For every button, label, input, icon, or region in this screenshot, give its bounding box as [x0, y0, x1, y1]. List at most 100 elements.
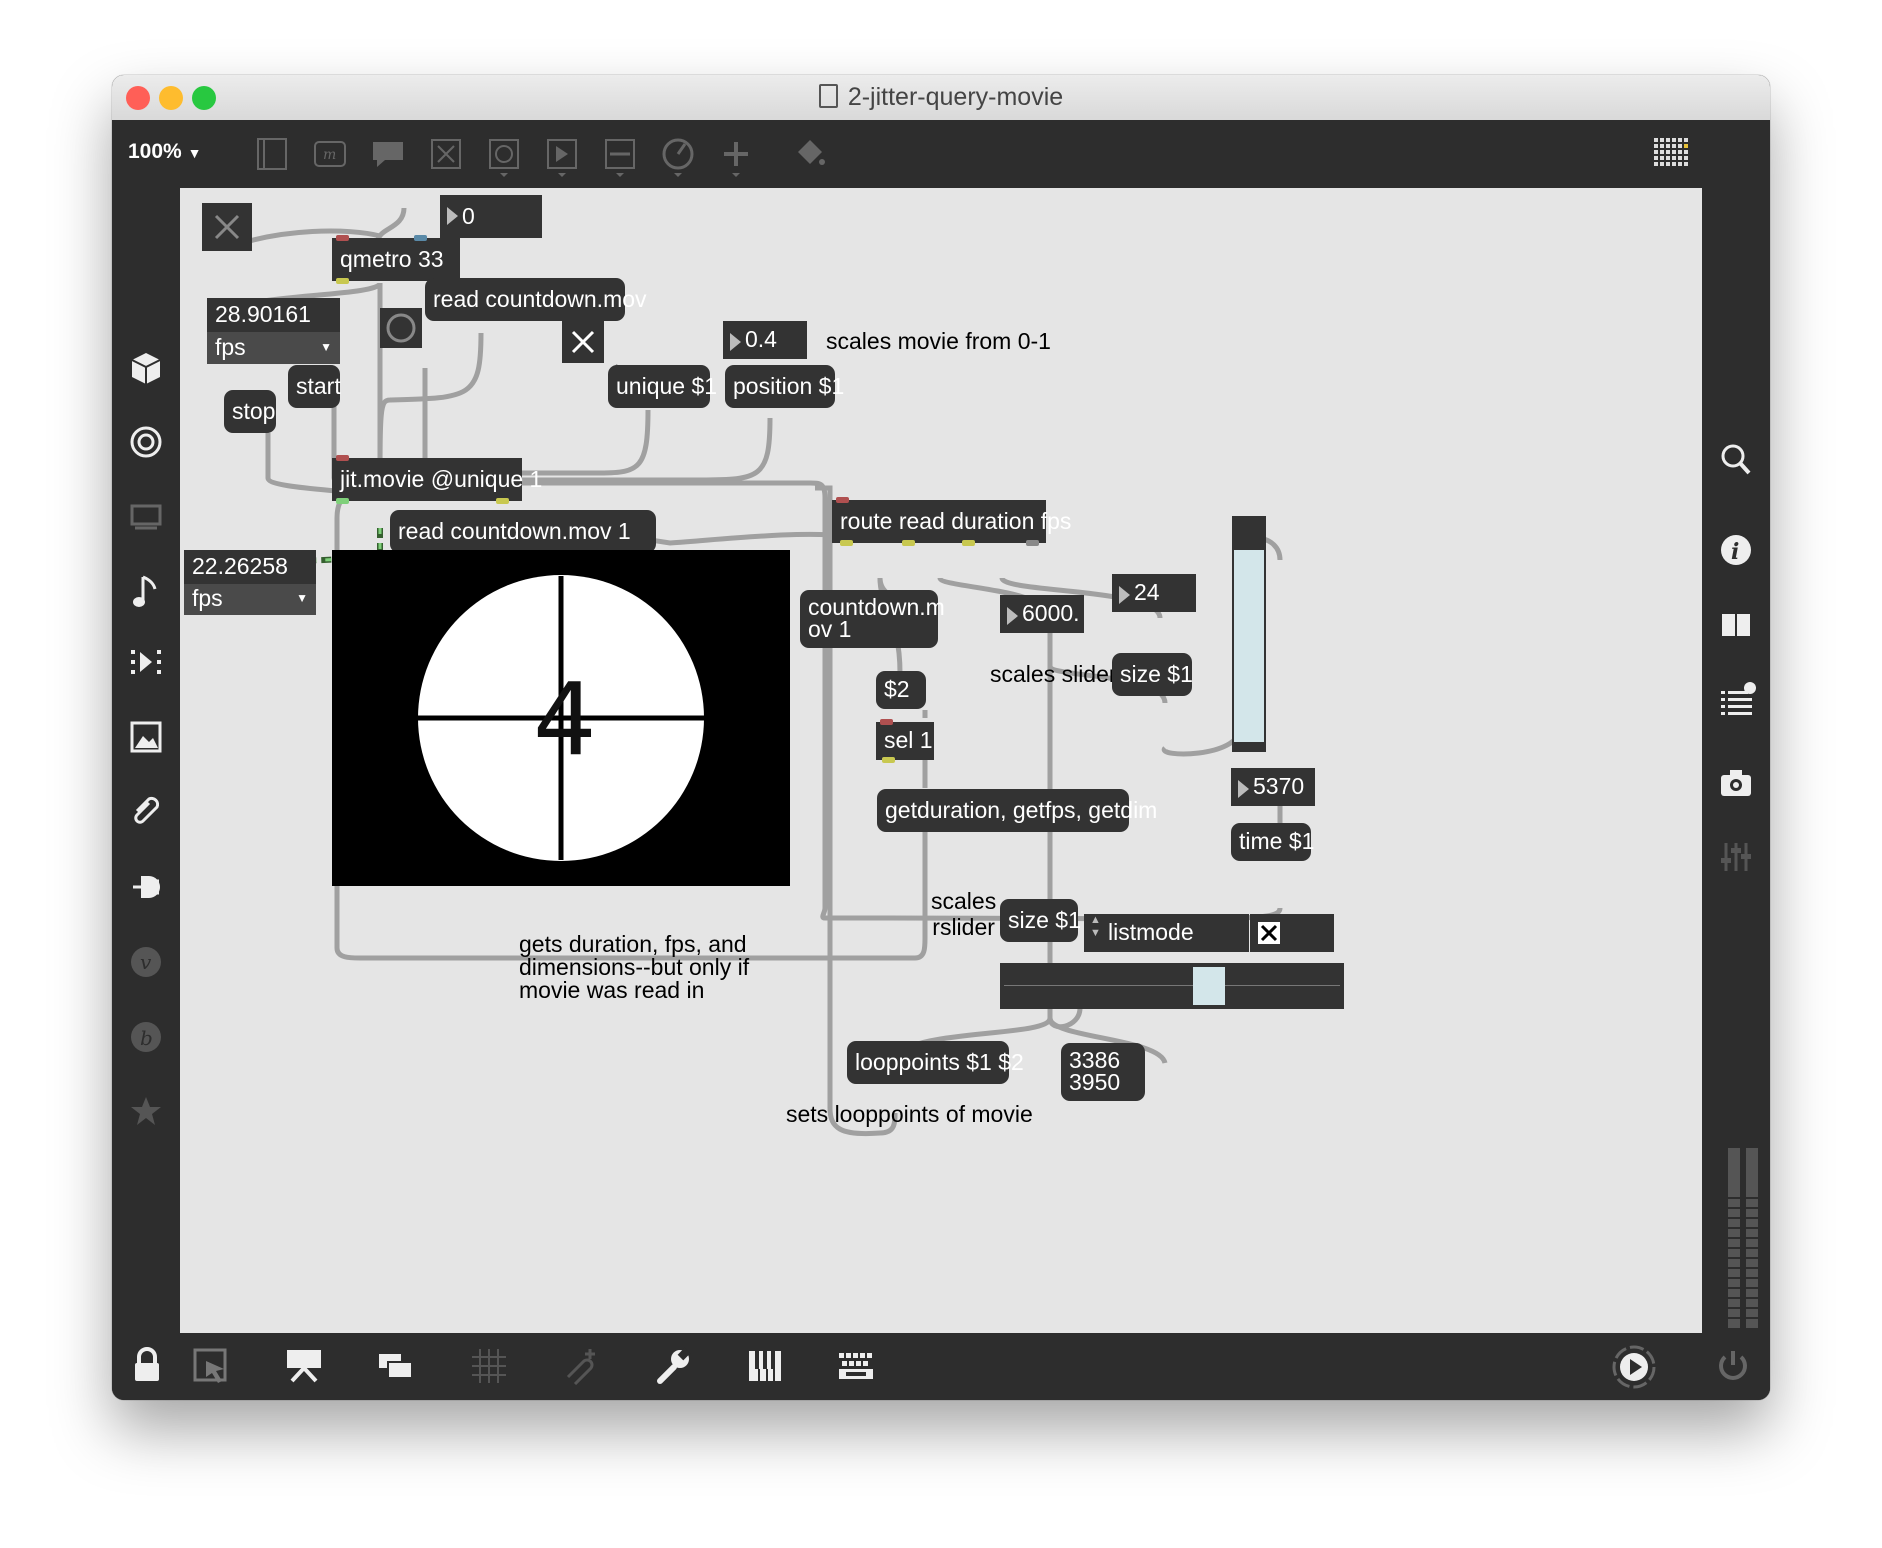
- route-object[interactable]: route read duration fps: [832, 497, 1071, 546]
- paint-bucket-icon[interactable]: [792, 136, 828, 172]
- position-number[interactable]: 0.4: [723, 321, 807, 359]
- unique-label: unique $1: [616, 373, 718, 399]
- comment-icon[interactable]: [370, 136, 406, 172]
- new-object-icon[interactable]: [254, 136, 290, 172]
- x-icon: [214, 214, 240, 240]
- position-comment: scales movie from 0-1: [826, 328, 1051, 354]
- lock-icon[interactable]: [130, 1347, 164, 1385]
- time-message[interactable]: time $1: [1231, 823, 1314, 861]
- list-icon[interactable]: [1719, 681, 1757, 719]
- loop-range-slider[interactable]: [1000, 963, 1344, 1009]
- range-selection[interactable]: [1193, 967, 1225, 1005]
- getduration-message[interactable]: getduration, getfps, getdim: [877, 789, 1157, 832]
- read-movie-message[interactable]: read countdown.mov: [425, 278, 647, 321]
- countdown-number: 4: [533, 661, 597, 778]
- bang-circle-icon: [386, 313, 416, 343]
- select-icon[interactable]: [192, 1347, 230, 1385]
- unique-message[interactable]: unique $1: [608, 365, 717, 408]
- message-icon[interactable]: m: [312, 136, 348, 172]
- dollar2-message[interactable]: $2: [876, 671, 926, 709]
- stop-message[interactable]: stop: [224, 390, 276, 433]
- fps-number[interactable]: 24: [1112, 574, 1196, 612]
- jit-movie-object[interactable]: jit.movie @unique 1: [332, 455, 542, 504]
- patcher-canvas[interactable]: 0 qmetro 33 read countdown.mov 28.90161 …: [180, 188, 1702, 1333]
- music-note-icon[interactable]: [129, 573, 163, 611]
- sel-object[interactable]: sel 1: [876, 719, 934, 763]
- jit-movie-label: jit.movie @unique 1: [340, 466, 543, 492]
- position-message[interactable]: position $1: [725, 365, 844, 408]
- outlet: [336, 278, 349, 284]
- size-rslider-label: size $1: [1008, 907, 1081, 933]
- listmode-toggle[interactable]: [1250, 914, 1334, 952]
- search-icon[interactable]: [1719, 442, 1753, 478]
- countdown-frame: 4: [418, 575, 704, 861]
- mixer-icon[interactable]: [1719, 840, 1753, 874]
- piano-icon[interactable]: [746, 1347, 784, 1385]
- metro-interval-number[interactable]: 0: [440, 195, 542, 238]
- duration-number[interactable]: 6000.: [1000, 595, 1084, 633]
- zoom-menu[interactable]: 100% ▼: [128, 140, 201, 164]
- stepper-icon: ▲ ▼: [1090, 914, 1101, 939]
- image-icon[interactable]: [129, 720, 163, 754]
- vst-icon[interactable]: v: [129, 945, 163, 979]
- looppoints-message[interactable]: looppoints $1 $2: [847, 1041, 1024, 1084]
- grid-presentation-icon[interactable]: [1652, 136, 1694, 176]
- snap-icon[interactable]: [562, 1347, 600, 1385]
- time-value: 5370: [1253, 773, 1305, 799]
- fps-menu-left[interactable]: fps ▼: [184, 584, 316, 615]
- size-rslider-message[interactable]: size $1: [1000, 899, 1081, 942]
- route-label: route read duration fps: [840, 508, 1072, 534]
- grid-icon[interactable]: [470, 1347, 508, 1385]
- qmetro-object[interactable]: qmetro 33: [332, 235, 460, 284]
- unique-toggle[interactable]: [562, 321, 604, 363]
- time-slider-knob[interactable]: [1234, 544, 1264, 550]
- paperclip-icon[interactable]: [129, 793, 163, 829]
- star-icon[interactable]: [129, 1094, 163, 1128]
- size-slider-message[interactable]: size $1: [1112, 653, 1193, 696]
- add-icon[interactable]: [718, 136, 754, 178]
- windows-icon[interactable]: [376, 1349, 416, 1383]
- metro-toggle[interactable]: [202, 203, 252, 251]
- fps-left-label: fps: [192, 585, 223, 611]
- looppoints-values-message[interactable]: 3386 3950: [1061, 1043, 1145, 1101]
- read-movie-label: read countdown.mov: [433, 286, 647, 312]
- countdown-message[interactable]: countdown.m ov 1: [800, 590, 945, 648]
- number-icon[interactable]: [544, 136, 580, 178]
- button-icon[interactable]: [486, 136, 522, 178]
- info-icon[interactable]: i: [1719, 533, 1753, 567]
- beap-icon[interactable]: b: [129, 1020, 163, 1054]
- fps-display-top[interactable]: 28.90161: [207, 298, 340, 332]
- outlet: [1026, 540, 1039, 546]
- getduration-comment: gets duration, fps, and dimensions--but …: [519, 931, 750, 1003]
- inlet: [336, 235, 349, 241]
- keyboard-icon[interactable]: [836, 1347, 876, 1385]
- target-icon[interactable]: [129, 425, 163, 459]
- chevron-down-icon: ▼: [296, 591, 308, 605]
- sequence-icon[interactable]: [129, 646, 163, 682]
- right-sidebar: i: [1702, 188, 1770, 1333]
- fps-display-left[interactable]: 22.26258: [184, 550, 316, 584]
- range-track: [1004, 985, 1340, 986]
- slider-icon[interactable]: [602, 136, 638, 178]
- dial-icon[interactable]: [660, 136, 696, 178]
- display-icon[interactable]: [129, 501, 163, 531]
- read-bang-button[interactable]: [380, 308, 422, 348]
- play-icon[interactable]: [1610, 1343, 1658, 1391]
- read-result-message[interactable]: read countdown.mov 1: [390, 510, 656, 553]
- bottom-toolbar: [112, 1333, 1770, 1400]
- wrench-icon[interactable]: [654, 1347, 692, 1385]
- time-slider[interactable]: [1232, 516, 1266, 752]
- presentation-icon[interactable]: [284, 1347, 324, 1385]
- power-icon[interactable]: [1714, 1347, 1752, 1385]
- book-icon[interactable]: [1719, 608, 1753, 642]
- fps-menu-top[interactable]: fps ▼: [207, 332, 340, 364]
- start-message[interactable]: start: [288, 365, 341, 408]
- svg-text:v: v: [140, 950, 152, 974]
- camera-icon[interactable]: [1719, 766, 1753, 800]
- cube-icon[interactable]: [129, 351, 163, 387]
- time-number[interactable]: 5370: [1231, 768, 1315, 806]
- svg-text:m: m: [323, 147, 336, 163]
- listmode-menu[interactable]: ▲ ▼ listmode: [1084, 914, 1249, 952]
- plug-icon[interactable]: [129, 870, 163, 904]
- toggle-icon[interactable]: [428, 136, 464, 172]
